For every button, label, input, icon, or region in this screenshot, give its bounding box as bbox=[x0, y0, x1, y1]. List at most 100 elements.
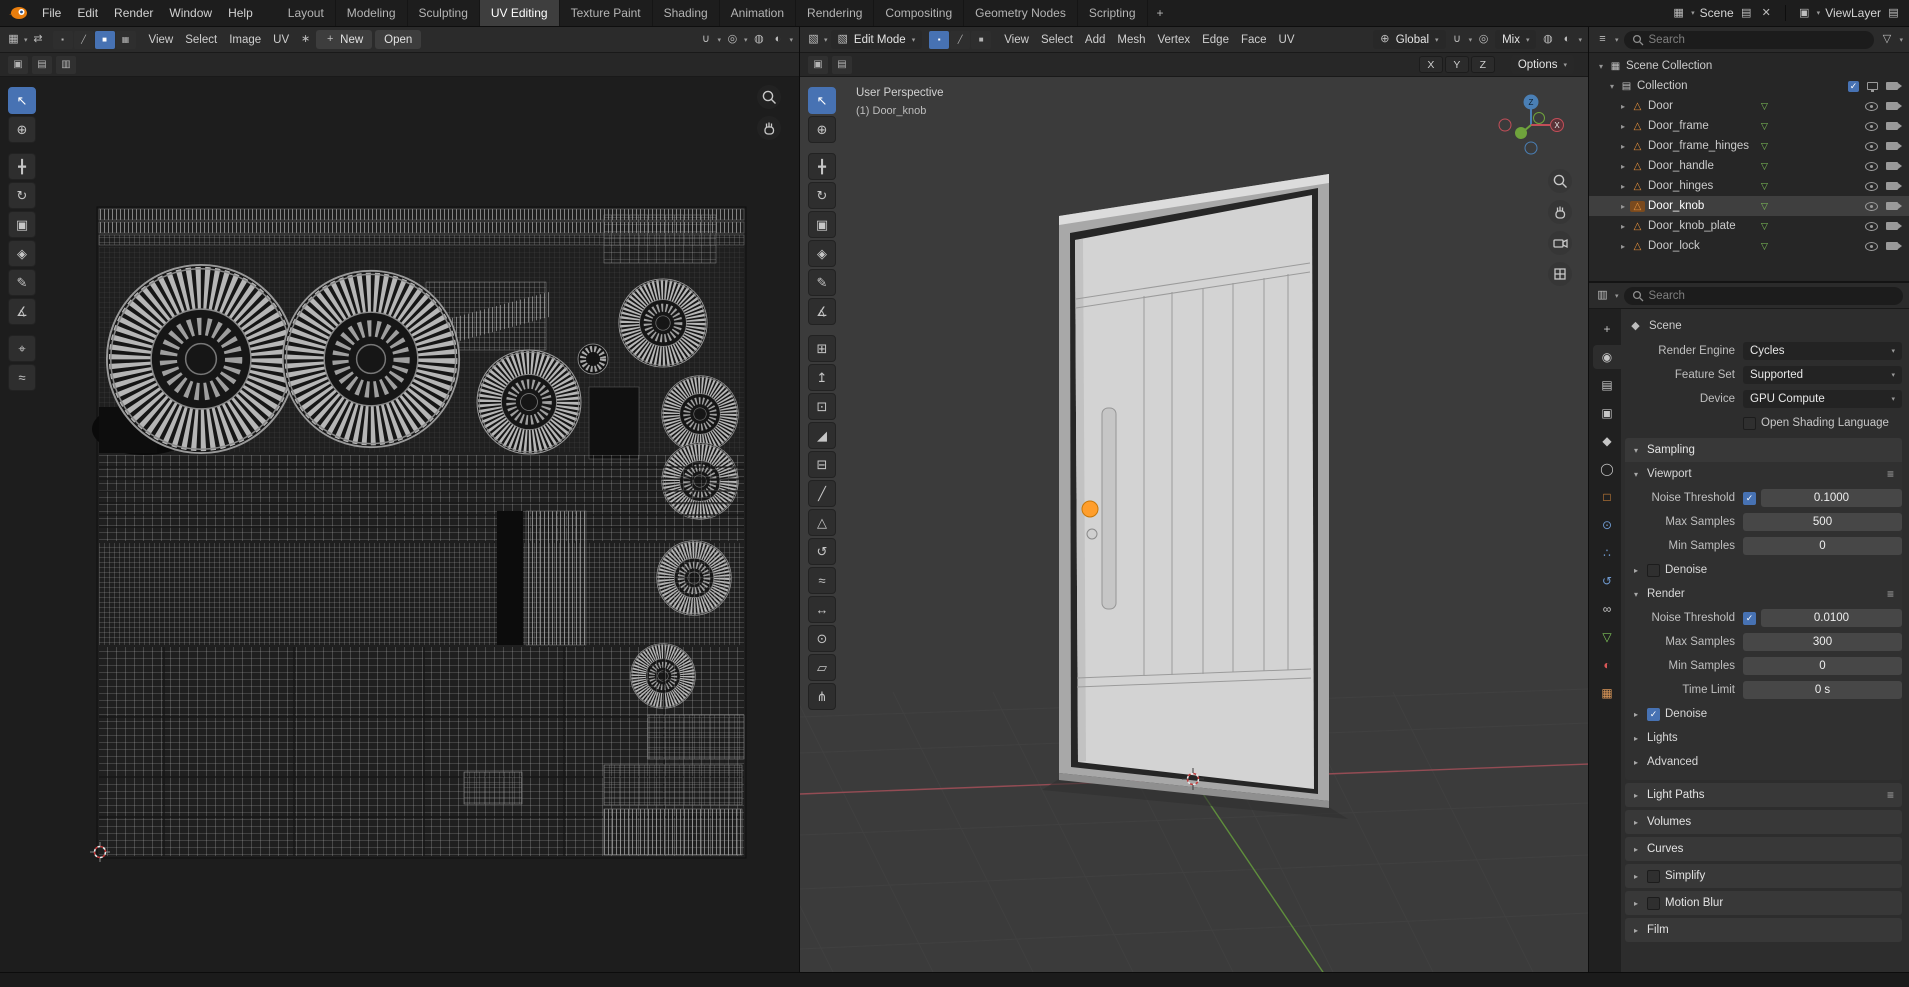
disable-render-camera-icon[interactable] bbox=[1886, 162, 1902, 170]
expand-arrow-icon[interactable]: ▸ bbox=[1616, 202, 1630, 211]
workspace-tab[interactable]: UV Editing bbox=[479, 0, 560, 26]
viewport-tool-button[interactable]: ╱ bbox=[808, 480, 836, 507]
noise-threshold-field[interactable]: 0.1000 bbox=[1761, 489, 1902, 507]
tool-settings-icon[interactable]: ▤ bbox=[32, 55, 52, 74]
hide-viewport-eye-icon[interactable] bbox=[1865, 161, 1878, 171]
feature-set-dropdown[interactable]: Supported ▾ bbox=[1743, 366, 1902, 384]
noise-threshold-field[interactable]: 0.0100 bbox=[1761, 609, 1902, 627]
uv-sync-selection-icon[interactable]: ⇄ bbox=[31, 32, 46, 48]
pin-image-icon[interactable]: ∗ bbox=[298, 32, 313, 48]
menu-item[interactable]: UV bbox=[1273, 31, 1301, 49]
uv-tool-button[interactable]: ◈ bbox=[8, 240, 36, 267]
viewport-tool-button[interactable]: ⊟ bbox=[808, 451, 836, 478]
hide-viewport-eye-icon[interactable] bbox=[1865, 221, 1878, 231]
new-viewlayer-icon[interactable]: ▤ bbox=[1886, 5, 1901, 21]
properties-search[interactable] bbox=[1623, 286, 1903, 305]
menu-item[interactable]: Image bbox=[223, 31, 267, 49]
viewport-tool-button[interactable]: ⊕ bbox=[808, 116, 836, 143]
properties-tab[interactable]: ↺ bbox=[1593, 569, 1621, 593]
panel-header[interactable]: ▸ Light Paths ≡ bbox=[1625, 783, 1902, 807]
collapse-arrow-icon[interactable]: ▾ bbox=[1605, 82, 1619, 91]
properties-tab[interactable]: ▤ bbox=[1593, 373, 1621, 397]
workspace-tab[interactable]: Scripting bbox=[1078, 0, 1148, 26]
menu-item[interactable]: UV bbox=[267, 31, 295, 49]
filter-funnel-icon[interactable]: ▽ bbox=[1879, 32, 1894, 48]
blender-logo-icon[interactable] bbox=[8, 6, 28, 20]
panel-header[interactable]: ▸ Volumes ≡ bbox=[1625, 810, 1902, 834]
tool-settings-icon[interactable]: ▣ bbox=[8, 55, 28, 74]
workspace-tab[interactable]: Shading bbox=[653, 0, 720, 26]
menu-item[interactable]: Render bbox=[106, 3, 161, 23]
transform-orientation-dropdown[interactable]: ⊕ Global ▾ bbox=[1372, 30, 1446, 49]
door-model[interactable] bbox=[1042, 174, 1348, 819]
expand-arrow-icon[interactable]: ▸ bbox=[1616, 162, 1630, 171]
display-channels-icon[interactable]: ◐ bbox=[770, 32, 785, 48]
hide-viewport-eye-icon[interactable] bbox=[1865, 181, 1878, 191]
open-image-button[interactable]: Open bbox=[375, 30, 422, 49]
browse-viewlayer-icon[interactable]: ▣ bbox=[1797, 5, 1812, 21]
uv-tool-button[interactable]: ╋ bbox=[8, 153, 36, 180]
proportional-editing-icon[interactable]: ◎ bbox=[1476, 32, 1491, 48]
hide-viewport-eye-icon[interactable] bbox=[1865, 121, 1878, 131]
mesh-select-mode-button[interactable]: ▪ bbox=[929, 30, 950, 49]
outliner-object-row[interactable]: ▸ △ Door_handle ▽ bbox=[1589, 156, 1909, 176]
viewport-tool-button[interactable]: ↥ bbox=[808, 364, 836, 391]
scene-collection-row[interactable]: ▾ ▦ Scene Collection bbox=[1589, 56, 1909, 76]
panel-header[interactable]: ▸ Motion Blur ≡ bbox=[1625, 891, 1902, 915]
gizmo-z-neg-axis[interactable] bbox=[1524, 141, 1538, 155]
outliner-editor-type-icon[interactable]: ≡ bbox=[1595, 32, 1610, 48]
properties-editor-type-icon[interactable]: ▥ bbox=[1595, 288, 1610, 304]
disable-render-camera-icon[interactable] bbox=[1886, 102, 1902, 110]
menu-item[interactable]: Face bbox=[1235, 31, 1273, 49]
menu-item[interactable]: View bbox=[143, 31, 180, 49]
workspace-tab[interactable]: Layout bbox=[277, 0, 336, 26]
hide-viewport-eye-icon[interactable] bbox=[1865, 201, 1878, 211]
uv-select-mode-button[interactable]: ▪ bbox=[52, 30, 73, 49]
search-input[interactable] bbox=[1648, 289, 1895, 302]
menu-item[interactable]: Help bbox=[220, 3, 261, 23]
zoom-icon[interactable] bbox=[1548, 169, 1572, 193]
uv-tool-button[interactable]: ∡ bbox=[8, 298, 36, 325]
hide-viewport-eye-icon[interactable] bbox=[1865, 141, 1878, 151]
mesh-select-mode-button[interactable]: ╱ bbox=[950, 30, 971, 49]
workspace-tab[interactable]: Rendering bbox=[796, 0, 875, 26]
disable-viewport-screen-icon[interactable] bbox=[1867, 82, 1878, 92]
viewport-tool-button[interactable]: ↻ bbox=[808, 182, 836, 209]
workspace-tab[interactable]: Geometry Nodes bbox=[964, 0, 1078, 26]
render-denoise-subpanel[interactable]: ▸ Denoise bbox=[1625, 702, 1902, 726]
uv-editor-type-icon[interactable]: ▦ bbox=[6, 32, 21, 48]
outliner-object-row[interactable]: ▸ △ Door_knob_plate ▽ bbox=[1589, 216, 1909, 236]
menu-item[interactable]: Mesh bbox=[1111, 31, 1151, 49]
properties-tab[interactable]: + bbox=[1593, 317, 1621, 341]
panel-header[interactable]: ▸ Curves ≡ bbox=[1625, 837, 1902, 861]
uv-select-mode-button[interactable]: ■ bbox=[94, 30, 115, 49]
denoise-checkbox[interactable] bbox=[1647, 707, 1660, 721]
properties-tab[interactable]: ◯ bbox=[1593, 457, 1621, 481]
mode-dropdown[interactable]: ▧ Edit Mode ▾ bbox=[830, 30, 923, 49]
min-samples-field[interactable]: 0 bbox=[1743, 537, 1902, 555]
properties-tab[interactable]: ∞ bbox=[1593, 597, 1621, 621]
options-dropdown[interactable]: Options ▾ bbox=[1510, 55, 1574, 74]
mesh-select-mode-button[interactable]: ■ bbox=[971, 30, 992, 49]
hide-viewport-eye-icon[interactable] bbox=[1865, 101, 1878, 111]
menu-item[interactable]: View bbox=[998, 31, 1035, 49]
noise-threshold-checkbox[interactable] bbox=[1743, 491, 1756, 505]
pan-hand-icon[interactable] bbox=[1548, 200, 1572, 224]
new-image-button[interactable]: + New bbox=[316, 30, 373, 49]
unlink-scene-icon[interactable]: ✕ bbox=[1759, 5, 1774, 21]
noise-threshold-checkbox[interactable] bbox=[1743, 611, 1756, 625]
menu-item[interactable]: Add bbox=[1079, 31, 1111, 49]
menu-item[interactable]: Vertex bbox=[1152, 31, 1197, 49]
proportional-editing-icon[interactable]: ◎ bbox=[725, 32, 740, 48]
properties-tab[interactable]: ◉ bbox=[1593, 345, 1621, 369]
expand-arrow-icon[interactable]: ▸ bbox=[1616, 142, 1630, 151]
expand-arrow-icon[interactable]: ▸ bbox=[1616, 102, 1630, 111]
denoise-checkbox[interactable] bbox=[1647, 563, 1660, 577]
min-samples-field[interactable]: 0 bbox=[1743, 657, 1902, 675]
uv-select-mode-button[interactable]: ╱ bbox=[73, 30, 94, 49]
render-subpanel-header[interactable]: ▾ Render ≡ bbox=[1625, 582, 1902, 606]
viewport-denoise-subpanel[interactable]: ▸ Denoise bbox=[1625, 558, 1902, 582]
tool-settings-icon[interactable]: ▤ bbox=[832, 55, 852, 74]
workspace-tab[interactable]: Sculpting bbox=[408, 0, 480, 26]
gizmo-y-neg-axis[interactable] bbox=[1533, 112, 1545, 124]
